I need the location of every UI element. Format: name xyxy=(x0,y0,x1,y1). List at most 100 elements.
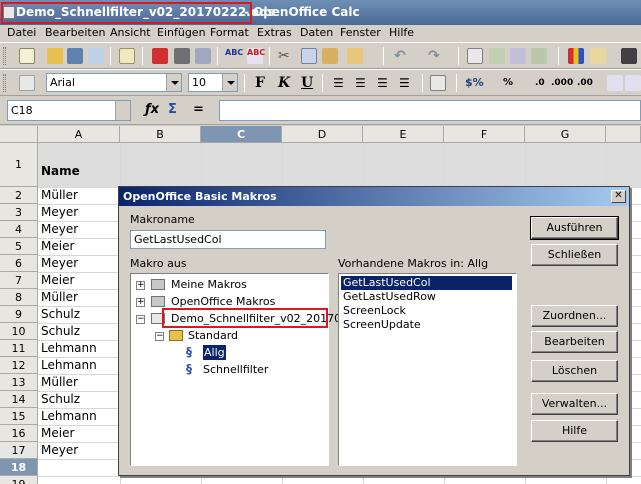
column-header-b[interactable]: B xyxy=(120,126,201,143)
cell-a4[interactable]: Meyer xyxy=(41,222,78,236)
align-left-icon[interactable]: ☰ xyxy=(333,74,344,92)
zuordnen-button[interactable]: Zuordnen... xyxy=(531,305,618,327)
row-header[interactable]: 9 xyxy=(0,306,38,323)
hilfe-button[interactable]: Hilfe xyxy=(531,420,618,442)
sort-ascending-icon[interactable] xyxy=(489,48,505,64)
row-header[interactable]: 8 xyxy=(0,289,38,306)
copy-icon[interactable] xyxy=(301,48,317,64)
list-item[interactable]: GetLastUsedRow xyxy=(341,290,438,304)
name-box[interactable]: C18 xyxy=(7,100,131,121)
macro-library-tree[interactable]: + Meine Makros + OpenOffice Makros − Dem… xyxy=(130,273,362,466)
column-header-a[interactable]: A xyxy=(38,126,120,143)
cell-a2[interactable]: Müller xyxy=(41,188,78,202)
hyperlink-icon[interactable] xyxy=(467,48,483,64)
row-header-selected[interactable]: 18 xyxy=(0,459,38,476)
sum-icon[interactable]: Σ xyxy=(168,102,177,117)
cell-a12[interactable]: Lehmann xyxy=(41,358,97,372)
menu-extras[interactable]: Extras xyxy=(257,26,292,39)
sort-descending-icon[interactable] xyxy=(510,48,526,64)
cell-a14[interactable]: Schulz xyxy=(41,392,80,406)
row-header[interactable]: 1 xyxy=(0,143,38,187)
currency-format-icon[interactable]: $% xyxy=(465,74,484,92)
row-header[interactable]: 5 xyxy=(0,238,38,255)
font-name-combobox[interactable]: Arial xyxy=(46,73,182,92)
cell-a1-header[interactable]: Name xyxy=(41,164,80,178)
function-wizard-icon[interactable]: ƒx xyxy=(145,102,159,117)
underline-icon[interactable]: U xyxy=(301,74,313,92)
verwalten-button[interactable]: Verwalten... xyxy=(531,393,618,415)
chevron-down-icon[interactable] xyxy=(222,74,237,91)
row-header[interactable]: 19 xyxy=(0,476,38,484)
menu-daten[interactable]: Daten xyxy=(300,26,333,39)
undo-icon[interactable]: ↶ xyxy=(394,47,406,65)
standard-format-icon[interactable]: .0 xyxy=(535,74,545,92)
tree-item-allg[interactable]: Allg xyxy=(202,344,227,361)
row-header[interactable]: 16 xyxy=(0,425,38,442)
delete-decimal-icon[interactable]: .00 xyxy=(577,74,593,92)
column-header-d[interactable]: D xyxy=(282,126,363,143)
outdent-icon[interactable] xyxy=(625,75,641,91)
edit-file-icon[interactable] xyxy=(119,48,135,64)
cell-a17[interactable]: Meyer xyxy=(41,443,78,457)
open-folder-icon[interactable] xyxy=(47,48,63,64)
row-header[interactable]: 14 xyxy=(0,391,38,408)
schliessen-button[interactable]: Schließen xyxy=(531,244,618,266)
collapse-icon[interactable]: − xyxy=(136,315,145,324)
menu-datei[interactable]: Datei xyxy=(7,26,36,39)
menu-ansicht[interactable]: Ansicht xyxy=(110,26,151,39)
expand-icon[interactable]: + xyxy=(136,298,145,307)
add-decimal-icon[interactable]: .000 xyxy=(551,74,573,92)
tree-item-openoffice-makros[interactable]: OpenOffice Makros xyxy=(171,294,275,309)
close-icon[interactable]: ✕ xyxy=(611,190,626,203)
collapse-icon[interactable]: − xyxy=(155,332,164,341)
draw-functions-icon[interactable] xyxy=(590,48,606,64)
row-header[interactable]: 13 xyxy=(0,374,38,391)
italic-icon[interactable]: K xyxy=(278,74,290,92)
cell-a8[interactable]: Müller xyxy=(41,290,78,304)
bearbeiten-button[interactable]: Bearbeiten xyxy=(531,331,618,353)
autospellcheck-icon[interactable]: ABC xyxy=(247,48,265,64)
cell-a13[interactable]: Müller xyxy=(41,375,78,389)
print-preview-icon[interactable] xyxy=(195,48,211,64)
indent-icon[interactable] xyxy=(607,75,623,91)
row-header[interactable]: 10 xyxy=(0,323,38,340)
chart-icon[interactable] xyxy=(568,48,584,64)
align-center-icon[interactable]: ☰ xyxy=(355,74,366,92)
cell-a15[interactable]: Lehmann xyxy=(41,409,97,423)
email-icon[interactable] xyxy=(88,48,104,64)
cell-a11[interactable]: Lehmann xyxy=(41,341,97,355)
list-item[interactable]: ScreenUpdate xyxy=(341,318,423,332)
merge-cells-icon[interactable] xyxy=(430,75,446,91)
format-paintbrush-icon[interactable] xyxy=(347,48,363,64)
expand-icon[interactable]: + xyxy=(136,281,145,290)
column-header-g[interactable]: G xyxy=(525,126,606,143)
menu-fenster[interactable]: Fenster xyxy=(340,26,381,39)
row-header[interactable]: 12 xyxy=(0,357,38,374)
cell-a16[interactable]: Meier xyxy=(41,426,74,440)
styles-formatting-icon[interactable] xyxy=(19,75,35,91)
chevron-down-icon[interactable] xyxy=(115,101,130,120)
row-header[interactable]: 15 xyxy=(0,408,38,425)
column-header-f[interactable]: F xyxy=(444,126,525,143)
toolbar-grip[interactable] xyxy=(3,74,6,92)
row-header[interactable]: 6 xyxy=(0,255,38,272)
toolbar-grip[interactable] xyxy=(3,47,6,65)
row-header[interactable]: 7 xyxy=(0,272,38,289)
font-size-combobox[interactable]: 10 xyxy=(188,73,238,92)
cell-a3[interactable]: Meyer xyxy=(41,205,78,219)
loeschen-button[interactable]: Löschen xyxy=(531,360,618,382)
autofilter-icon[interactable] xyxy=(531,48,547,64)
save-icon[interactable] xyxy=(67,48,83,64)
cell-a10[interactable]: Schulz xyxy=(41,324,80,338)
cell-a7[interactable]: Meier xyxy=(41,273,74,287)
row-header[interactable]: 2 xyxy=(0,187,38,204)
tree-item-meine-makros[interactable]: Meine Makros xyxy=(171,277,247,292)
bold-icon[interactable]: F xyxy=(255,74,265,92)
column-header-c[interactable]: C xyxy=(201,126,282,143)
function-icon[interactable]: = xyxy=(193,102,204,117)
redo-icon[interactable]: ↷ xyxy=(428,47,440,65)
row-header[interactable]: 3 xyxy=(0,204,38,221)
row-header[interactable]: 17 xyxy=(0,442,38,459)
print-icon[interactable] xyxy=(174,48,190,64)
menu-bearbeiten[interactable]: Bearbeiten xyxy=(45,26,105,39)
